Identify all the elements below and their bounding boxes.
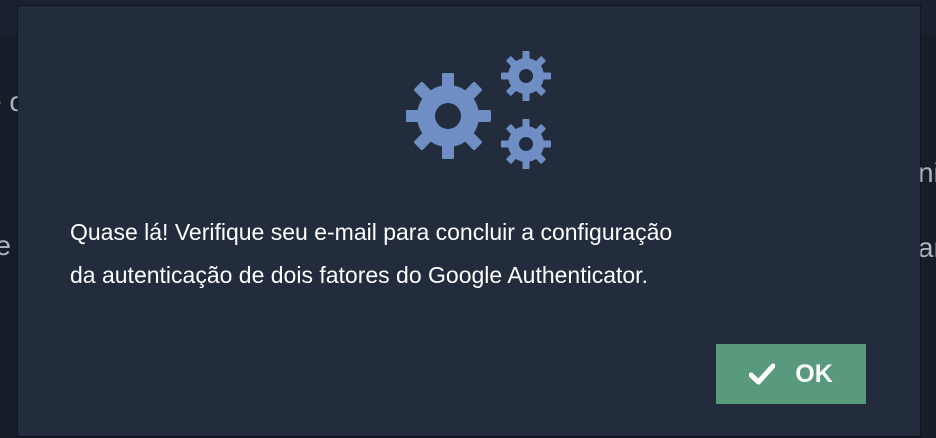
background-text-fragment: u bbox=[0, 160, 2, 192]
background-text-fragment: re bbox=[0, 230, 11, 261]
gears-icon bbox=[406, 51, 551, 169]
dialog-message-line-2: da autenticação de dois fatores do Googl… bbox=[70, 262, 648, 288]
check-icon bbox=[749, 363, 776, 385]
background-text-fragment: nis bbox=[918, 157, 936, 188]
ok-button[interactable]: OK bbox=[716, 344, 866, 404]
confirmation-dialog: Quase lá! Verifique seu e-mail para conc… bbox=[18, 6, 920, 436]
background-text-fragment: ar bbox=[918, 232, 936, 263]
app-background: é c u re nis ar bbox=[0, 0, 936, 438]
dialog-message-line-1: Quase lá! Verifique seu e-mail para conc… bbox=[70, 219, 673, 245]
dialog-message: Quase lá! Verifique seu e-mail para conc… bbox=[70, 211, 890, 297]
ok-button-label: OK bbox=[795, 359, 833, 388]
